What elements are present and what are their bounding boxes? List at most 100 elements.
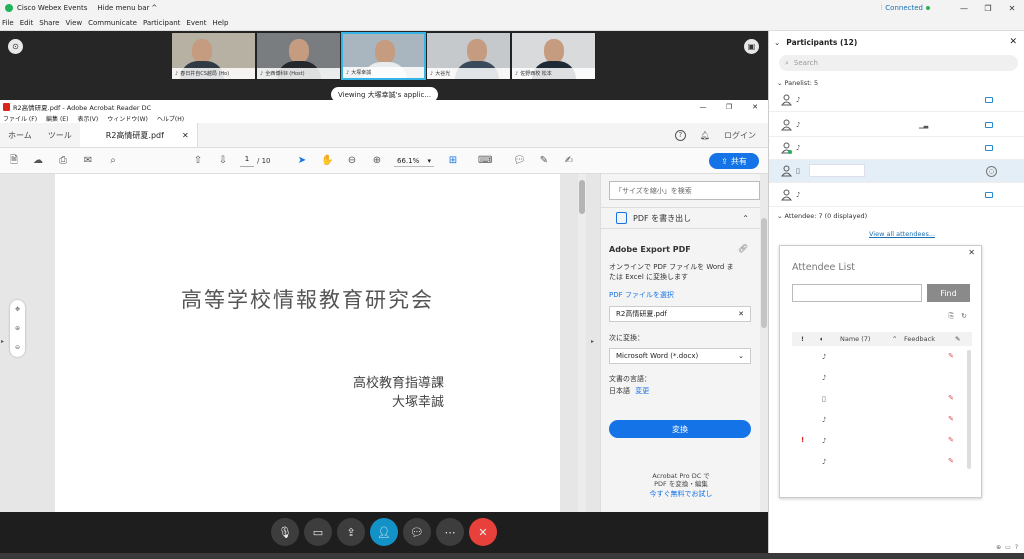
name-column-header[interactable]: Name (7) [840, 335, 870, 343]
pen-column-icon[interactable]: ✎ [955, 335, 960, 343]
panelist-row[interactable]: ♪ ▁▃ [769, 114, 1024, 137]
share-button[interactable]: ⇪ 共有 [709, 153, 759, 169]
left-panel-toggle[interactable]: ▸ [0, 174, 8, 512]
close-button[interactable]: ✕ [1000, 4, 1024, 13]
acrobat-menu-view[interactable]: 表示(V) [77, 114, 98, 123]
format-select[interactable]: Microsoft Word (*.docx) ⌄ [609, 348, 751, 364]
comment-icon[interactable]: 💬︎ [513, 155, 526, 167]
select-cursor-icon[interactable]: ➤ [296, 155, 308, 167]
select-pdf-link[interactable]: PDF ファイルを選択 [609, 290, 674, 300]
sign-icon[interactable]: ✍ [563, 155, 575, 167]
acrobat-minimize-button[interactable]: — [690, 103, 716, 111]
remove-file-icon[interactable]: ✕ [738, 310, 744, 318]
free-trial-link[interactable]: 今すぐ無料でお試し [601, 490, 761, 498]
share-screen-icon[interactable]: ⇪ [337, 518, 365, 546]
acrobat-menu-window[interactable]: ウィンドウ(W) [107, 114, 148, 123]
zoom-out-icon[interactable]: ⊖ [346, 155, 358, 167]
connection-status[interactable]: ⫶ Connected [881, 4, 930, 13]
tab-document[interactable]: R2高情研夏.pdf ✕ [79, 123, 198, 147]
help-small-icon[interactable]: ? [1015, 544, 1018, 551]
zoom-in-small-icon[interactable]: ⊕ [15, 325, 20, 332]
chat-bubble-icon[interactable]: ◌ [986, 166, 997, 177]
language-change-link[interactable]: 変更 [635, 387, 649, 395]
refresh-icon[interactable]: ↻ [961, 312, 967, 321]
print-icon[interactable]: ⎙ [57, 155, 69, 167]
alert-column-icon[interactable]: ! [801, 335, 804, 343]
video-thumbnail[interactable]: ♪ 春日井自CS越局 (Ho) [171, 32, 256, 80]
menu-file[interactable]: File [2, 19, 14, 27]
attendee-list-scrollbar[interactable] [967, 350, 971, 469]
page-number-input[interactable]: 1 [240, 155, 254, 167]
menu-view[interactable]: View [65, 19, 82, 27]
acrobat-menu-edit[interactable]: 編集 (E) [46, 114, 68, 123]
participants-header[interactable]: ⌄ Participants (12) ✕ [769, 35, 1024, 49]
acrobat-menu-file[interactable]: ファイル (F) [3, 114, 37, 123]
acrobat-close-button[interactable]: ✕ [742, 103, 768, 111]
video-thumbnail-active[interactable]: ♪ 大塚幸誠 [341, 32, 426, 80]
attendee-row[interactable]: ♪ [792, 368, 960, 389]
more-options-icon[interactable]: ⋯ [436, 518, 464, 546]
panelist-row[interactable]: ♪ [769, 184, 1024, 207]
chat-icon[interactable]: 💬︎ [403, 518, 431, 546]
attendee-row[interactable]: ♪ ✎ [792, 452, 960, 473]
login-button[interactable]: ログイン [724, 130, 756, 141]
panelist-row[interactable]: ♪ [769, 89, 1024, 112]
video-thumbnail[interactable]: ♪ 佐野西校 松本 [511, 32, 596, 80]
menu-participant[interactable]: Participant [143, 19, 180, 27]
speaker-column-icon[interactable]: 🔈︎ [820, 335, 824, 344]
feedback-column-header[interactable]: Feedback [904, 335, 935, 343]
zoom-in-icon[interactable]: ⊕ [371, 155, 383, 167]
panelist-row[interactable]: ♪ [769, 137, 1024, 160]
help-icon[interactable]: ? [674, 129, 686, 141]
pen-icon[interactable]: ✎ [538, 155, 550, 167]
copy-icon[interactable]: ⎘ [949, 312, 955, 321]
close-tab-icon[interactable]: ✕ [182, 131, 189, 140]
end-meeting-icon[interactable]: ✕ [469, 518, 497, 546]
menu-help[interactable]: Help [212, 19, 228, 27]
panelist-row-selected[interactable]: ▯ ◌ [769, 160, 1024, 183]
right-panel-toggle[interactable]: ▸ [586, 174, 600, 512]
tools-panel-scrollbar[interactable] [760, 174, 768, 512]
mute-mic-icon[interactable]: 🎙︎ [271, 518, 299, 546]
attendee-search-input[interactable] [792, 284, 922, 302]
layout-icon[interactable]: ⊙ [8, 39, 23, 54]
menu-event[interactable]: Event [186, 19, 206, 27]
tab-tools[interactable]: ツール [40, 130, 80, 141]
keyboard-icon[interactable]: ⌨ [478, 155, 492, 167]
tools-search-input[interactable]: 「サイズを縮小」を検索 [609, 181, 760, 200]
screen-icon[interactable]: ▭ [1005, 544, 1011, 551]
attendee-row[interactable]: ♪ ✎ [792, 347, 960, 368]
export-pdf-header[interactable]: PDF を書き出し ⌃ [601, 207, 761, 229]
close-dialog-icon[interactable]: ✕ [968, 248, 975, 257]
restore-button[interactable]: ❐ [976, 4, 1000, 13]
video-off-icon[interactable]: ▭ [304, 518, 332, 546]
menu-communicate[interactable]: Communicate [88, 19, 137, 27]
participants-icon[interactable]: 👤︎ [370, 518, 398, 546]
zoom-select[interactable]: 66.1% ▾ [394, 155, 434, 167]
hand-small-icon[interactable]: ✥ [15, 306, 20, 313]
calendar-icon[interactable]: ▣ [744, 39, 759, 54]
convert-button[interactable]: 変換 [609, 420, 751, 438]
close-panel-icon[interactable]: ✕ [1009, 37, 1017, 47]
page-up-icon[interactable]: ⇧ [192, 155, 204, 167]
view-all-attendees-link[interactable]: View all attendees... [869, 230, 935, 238]
menu-edit[interactable]: Edit [20, 19, 34, 27]
video-thumbnail[interactable]: ♪ 全西博科Ⅱ (Host) [256, 32, 341, 80]
attendee-row[interactable]: ♪ ✎ [792, 410, 960, 431]
search-icon[interactable]: ⌕ [107, 155, 119, 167]
mail-icon[interactable]: ✉ [82, 155, 94, 167]
globe-icon[interactable]: ⊕ [996, 544, 1001, 551]
sort-icon[interactable]: ⌃ [892, 335, 897, 343]
bell-icon[interactable]: 🔔︎ [700, 131, 710, 140]
menu-share[interactable]: Share [39, 19, 59, 27]
find-button[interactable]: Find [927, 284, 970, 302]
fit-page-icon[interactable]: ⊞ [447, 155, 459, 167]
document-scrollbar[interactable] [578, 174, 586, 512]
attendee-section-label[interactable]: ⌄ Attendee: 7 (0 displayed) [777, 212, 867, 220]
upload-cloud-icon[interactable]: ☁ [32, 155, 44, 167]
panelist-section-label[interactable]: ⌄ Panelist: 5 [777, 79, 818, 87]
link-icon[interactable]: 🔗︎ [738, 244, 748, 253]
tab-home[interactable]: ホーム [0, 130, 40, 141]
hide-menu-bar-button[interactable]: Hide menu bar ^ [97, 4, 157, 12]
page-down-icon[interactable]: ⇩ [217, 155, 229, 167]
